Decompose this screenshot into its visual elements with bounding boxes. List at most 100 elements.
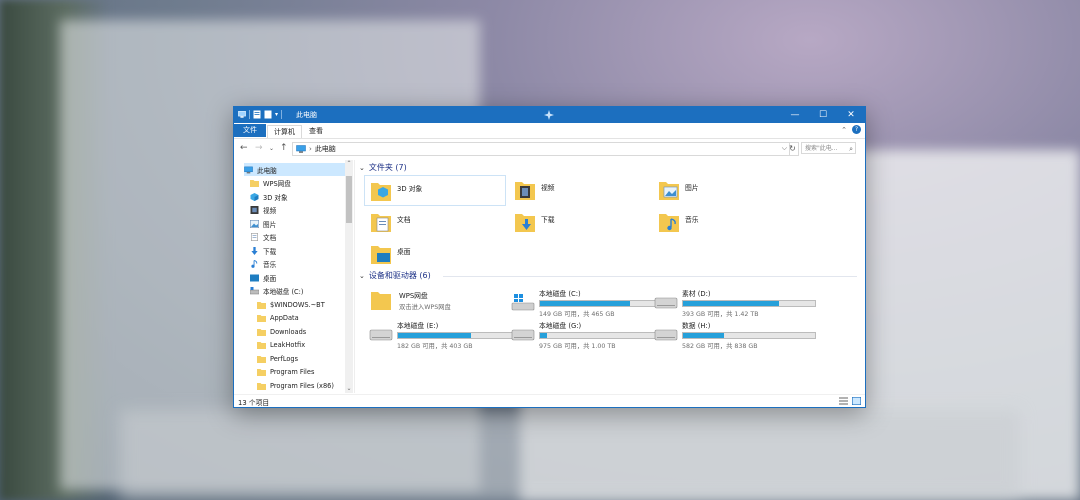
- breadcrumb[interactable]: 此电脑: [315, 144, 336, 154]
- status-bar: 13 个项目: [234, 394, 865, 407]
- tab-file[interactable]: 文件: [234, 124, 266, 137]
- toolbar-separator: [281, 110, 283, 119]
- sidebar-item-downloads-folder[interactable]: Downloads: [257, 325, 306, 338]
- sidebar-item-downloads[interactable]: 下载: [250, 244, 276, 257]
- download-icon: [251, 246, 258, 255]
- pc-icon: [238, 111, 246, 118]
- sidebar-item-videos[interactable]: 视频: [250, 203, 276, 216]
- 3d-objects-folder-icon: [371, 183, 391, 201]
- sidebar-item-label: 本地磁盘 (C:): [263, 287, 304, 296]
- content-pane: ⌄ 文件夹 (7) 3D 对象 视频 图片 文档 下载 音乐 桌面 ⌄ 设备和驱…: [359, 160, 862, 393]
- group-divider: [443, 276, 857, 277]
- sidebar-item-program-files-x86[interactable]: Program Files (x86): [257, 379, 334, 392]
- sidebar-item-label: 图片: [263, 220, 277, 229]
- drive-name: 本地磁盘 (C:): [539, 290, 581, 298]
- drive-free-space: 582 GB 可用，共 838 GB: [682, 343, 758, 350]
- wps-cloud-tile[interactable]: WPS网盘 双击进入WPS网盘: [369, 288, 451, 312]
- usage-bar-fill: [683, 333, 724, 338]
- sidebar-item-label: LeakHotfix: [270, 340, 306, 349]
- folder-tile-videos[interactable]: 视频: [513, 178, 555, 202]
- item-count: 13 个项目: [238, 399, 270, 407]
- sidebar-item-label: WPS网盘: [263, 179, 291, 188]
- folder-tile-documents[interactable]: 文档: [369, 210, 411, 234]
- minimize-button[interactable]: —: [781, 107, 809, 123]
- sidebar-scroll-thumb[interactable]: [346, 176, 352, 223]
- folders-group-header[interactable]: ⌄ 文件夹 (7): [359, 162, 407, 173]
- back-arrow-icon[interactable]: ←: [240, 143, 248, 153]
- sidebar-item-label: AppData: [270, 313, 299, 322]
- close-button[interactable]: ✕: [837, 107, 865, 123]
- folder-label: 音乐: [685, 216, 699, 224]
- drive-tile-h[interactable]: 数据 (H:) 582 GB 可用，共 838 GB: [654, 320, 816, 350]
- drive-free-space: 393 GB 可用，共 1.42 TB: [682, 311, 759, 318]
- folder-icon: [257, 368, 266, 376]
- sidebar-item-wps[interactable]: WPS网盘: [250, 176, 291, 189]
- drive-tile-c[interactable]: 本地磁盘 (C:) 149 GB 可用，共 465 GB: [511, 288, 673, 318]
- folder-tile-downloads[interactable]: 下载: [513, 210, 555, 234]
- folder-icon: [257, 301, 266, 309]
- folder-icon: [257, 328, 266, 336]
- sidebar-item-leakhotfix[interactable]: LeakHotfix: [257, 338, 305, 351]
- drive-tile-d[interactable]: 素材 (D:) 393 GB 可用，共 1.42 TB: [654, 288, 816, 318]
- expand-ribbon-icon[interactable]: ⌃: [841, 126, 847, 134]
- folder-label: 视频: [541, 184, 555, 192]
- collapse-chevron-icon[interactable]: ⌄: [359, 272, 365, 280]
- search-input[interactable]: 搜索"此电... ⌕: [801, 142, 856, 154]
- sidebar-item-label: 桌面: [263, 274, 277, 283]
- tab-computer[interactable]: 计算机: [267, 125, 302, 138]
- sidebar-item-label: Downloads: [270, 327, 307, 336]
- scroll-up-icon[interactable]: ⌃: [345, 160, 353, 167]
- folder-tile-desktop[interactable]: 桌面: [369, 242, 411, 266]
- devices-heading: 设备和驱动器 (6): [368, 271, 431, 280]
- folder-icon: [257, 341, 266, 349]
- drive-tile-e[interactable]: 本地磁盘 (E:) 182 GB 可用，共 403 GB: [369, 320, 531, 350]
- collapse-chevron-icon[interactable]: ⌄: [359, 164, 365, 172]
- documents-folder-icon: [371, 214, 391, 232]
- large-icons-view-icon[interactable]: [852, 397, 861, 405]
- sidebar-item-pictures[interactable]: 图片: [250, 217, 276, 230]
- up-arrow-icon[interactable]: ↑: [280, 143, 288, 153]
- music-folder-icon: [659, 214, 679, 232]
- sidebar-item-documents[interactable]: 文档: [250, 230, 276, 243]
- sidebar-item-program-files[interactable]: Program Files: [257, 365, 314, 378]
- sidebar-item-label: 此电脑: [257, 166, 277, 175]
- breadcrumb-chevron-icon: ›: [309, 145, 312, 153]
- folder-tile-3d-objects[interactable]: 3D 对象: [364, 175, 506, 206]
- forward-arrow-icon[interactable]: →: [255, 143, 263, 153]
- drive-name: 数据 (H:): [682, 322, 711, 330]
- app-center-icon: [544, 110, 554, 120]
- scroll-down-icon[interactable]: ⌄: [345, 385, 353, 392]
- sidebar-item-drive-c[interactable]: 本地磁盘 (C:): [250, 284, 303, 297]
- customize-toolbar-icon[interactable]: ▾: [275, 111, 278, 118]
- folder-icon: [371, 292, 391, 310]
- sidebar-item-this-pc[interactable]: 此电脑: [244, 163, 345, 176]
- search-placeholder: 搜索"此电...: [805, 145, 838, 152]
- desktop-icon: [250, 274, 259, 281]
- sidebar-item-perflogs[interactable]: PerfLogs: [257, 352, 298, 365]
- sidebar-item-music[interactable]: 音乐: [250, 257, 276, 270]
- refresh-button[interactable]: ↻: [787, 142, 799, 156]
- maximize-button[interactable]: ☐: [809, 107, 837, 123]
- ribbon-right-controls: ⌃ ?: [841, 125, 861, 134]
- folder-tile-pictures[interactable]: 图片: [657, 178, 699, 202]
- folder-tile-music[interactable]: 音乐: [657, 210, 699, 234]
- sidebar-item-windows-bt[interactable]: $WINDOWS.~BT: [257, 298, 325, 311]
- downloads-folder-icon: [515, 214, 535, 232]
- sidebar-item-desktop[interactable]: 桌面: [250, 271, 276, 284]
- sidebar-item-appdata[interactable]: AppData: [257, 311, 299, 324]
- folder-icon: [257, 382, 266, 390]
- tab-view[interactable]: 查看: [303, 125, 329, 137]
- help-icon[interactable]: ?: [852, 125, 861, 134]
- picture-icon: [250, 219, 259, 228]
- address-bar[interactable]: › 此电脑 ⌵: [292, 142, 790, 156]
- details-view-icon[interactable]: [839, 397, 848, 405]
- recent-locations-icon[interactable]: ⌄: [269, 145, 274, 152]
- folder-label: 图片: [685, 184, 699, 192]
- sidebar-item-3d-objects[interactable]: 3D 对象: [250, 190, 288, 203]
- new-folder-icon[interactable]: [264, 110, 272, 119]
- drive-tile-g[interactable]: 本地磁盘 (G:) 975 GB 可用，共 1.00 TB: [511, 320, 673, 350]
- window-controls: — ☐ ✕: [781, 107, 865, 123]
- properties-icon[interactable]: [253, 110, 261, 119]
- devices-group-header[interactable]: ⌄ 设备和驱动器 (6): [359, 270, 431, 281]
- background-blur-bottom: [120, 410, 1020, 500]
